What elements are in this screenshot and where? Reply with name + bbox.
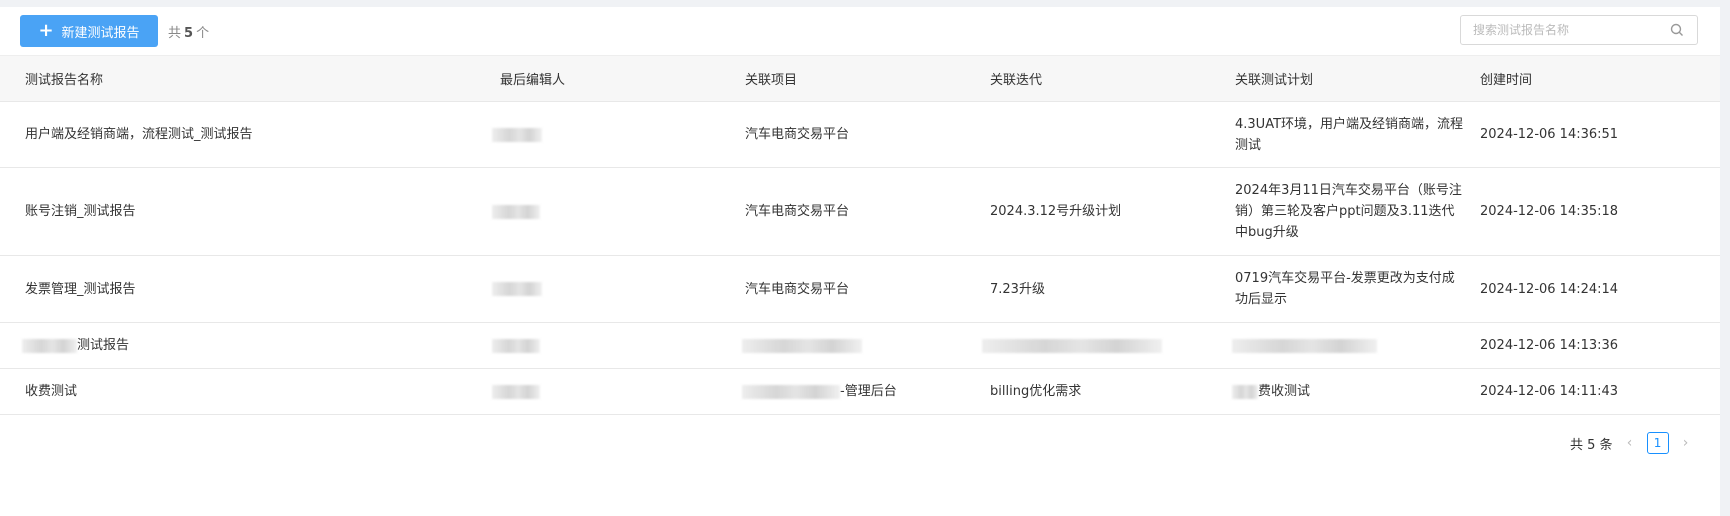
redacted-project-prefix — [742, 384, 840, 399]
col-header-created[interactable]: 创建时间 — [1480, 55, 1720, 102]
report-name[interactable]: 收费测试 — [0, 368, 500, 415]
redacted-iteration — [982, 338, 1162, 353]
report-count: 共5个 — [168, 26, 210, 41]
iteration-cell: billing优化需求 — [990, 368, 1235, 415]
redacted-editor — [492, 384, 540, 399]
redacted-plan — [1232, 338, 1377, 353]
report-name[interactable]: 测试报告 — [77, 338, 129, 353]
redacted-name-prefix — [22, 338, 77, 353]
created-cell: 2024-12-06 14:11:43 — [1480, 368, 1720, 415]
redacted-editor — [492, 282, 542, 296]
project-name: -管理后台 — [840, 384, 897, 399]
iteration-cell — [990, 101, 1235, 168]
project-cell: -管理后台 — [742, 368, 990, 415]
plan-name: 费收测试 — [1258, 384, 1311, 399]
plus-icon: + — [38, 20, 54, 41]
search-icon[interactable] — [1669, 22, 1685, 38]
pagination-total: 共 5 条 — [1570, 437, 1613, 453]
project-cell: 汽车电商交易平台 — [745, 167, 990, 256]
plan-cell — [1232, 322, 1480, 369]
page-button-1[interactable]: 1 — [1646, 432, 1669, 454]
redacted-editor — [492, 338, 540, 353]
created-cell: 2024-12-06 14:24:14 — [1480, 255, 1720, 323]
table-row[interactable]: 发票管理_测试报告 汽车电商交易平台 7.23升级 0719汽车交易平台-发票更… — [0, 255, 1720, 323]
project-cell: 汽车电商交易平台 — [745, 255, 990, 323]
col-header-iteration[interactable]: 关联迭代 — [990, 55, 1235, 102]
col-header-plan[interactable]: 关联测试计划 — [1235, 55, 1480, 102]
editor-cell — [492, 322, 745, 369]
report-list-panel: + 新建测试报告 共5个 测试报告名称 最后编辑人 关联项目 关联迭代 关联测试… — [0, 7, 1720, 516]
table-row[interactable]: 收费测试 -管理后台 billing优化需求 费收测试 2024-12-06 1… — [0, 368, 1720, 415]
test-report-table: 测试报告名称 最后编辑人 关联项目 关联迭代 关联测试计划 创建时间 用户端及经… — [0, 55, 1720, 415]
created-cell: 2024-12-06 14:36:51 — [1480, 101, 1720, 168]
report-name[interactable]: 账号注销_测试报告 — [0, 167, 500, 256]
table-header: 测试报告名称 最后编辑人 关联项目 关联迭代 关联测试计划 创建时间 — [0, 55, 1720, 102]
prev-page-icon[interactable]: ‹ — [1623, 435, 1637, 451]
toolbar: + 新建测试报告 共5个 — [0, 7, 1720, 55]
table-row[interactable]: 测试报告 2024-12-06 14:13:36 — [0, 322, 1720, 369]
editor-cell — [492, 368, 745, 415]
report-name-cell[interactable]: 测试报告 — [0, 322, 500, 369]
iteration-cell: 2024.3.12号升级计划 — [990, 167, 1235, 256]
created-cell: 2024-12-06 14:35:18 — [1480, 167, 1720, 256]
table-row[interactable]: 账号注销_测试报告 汽车电商交易平台 2024.3.12号升级计划 2024年3… — [0, 167, 1720, 256]
pagination: 共 5 条 ‹ 1 › — [1570, 432, 1693, 454]
col-header-project[interactable]: 关联项目 — [745, 55, 990, 102]
redacted-project — [742, 338, 862, 353]
col-header-name[interactable]: 测试报告名称 — [0, 55, 500, 102]
plan-cell: 2024年3月11日汽车交易平台（账号注销）第三轮及客户ppt问题及3.11迭代… — [1235, 167, 1480, 256]
search-input[interactable] — [1461, 22, 1675, 38]
report-name[interactable]: 发票管理_测试报告 — [0, 255, 500, 323]
new-test-report-label: 新建测试报告 — [61, 25, 140, 41]
new-test-report-button[interactable]: + 新建测试报告 — [20, 15, 158, 47]
plan-cell: 4.3UAT环境，用户端及经销商端，流程测试 — [1235, 101, 1480, 168]
iteration-cell: 7.23升级 — [990, 255, 1235, 323]
editor-cell — [492, 255, 745, 323]
created-cell: 2024-12-06 14:13:36 — [1480, 322, 1720, 369]
redacted-plan-prefix — [1232, 384, 1258, 399]
plan-cell: 0719汽车交易平台-发票更改为支付成功后显示 — [1235, 255, 1480, 323]
col-header-editor[interactable]: 最后编辑人 — [500, 55, 745, 102]
project-cell — [742, 322, 990, 369]
plan-cell: 费收测试 — [1232, 368, 1480, 415]
editor-cell — [492, 101, 745, 168]
iteration-cell — [982, 322, 1235, 369]
redacted-editor — [492, 204, 540, 219]
editor-cell — [492, 167, 745, 256]
next-page-icon[interactable]: › — [1679, 435, 1693, 451]
search-box[interactable] — [1460, 15, 1698, 45]
redacted-editor — [492, 127, 542, 142]
report-name[interactable]: 用户端及经销商端，流程测试_测试报告 — [0, 101, 500, 168]
table-row[interactable]: 用户端及经销商端，流程测试_测试报告 汽车电商交易平台 4.3UAT环境，用户端… — [0, 101, 1720, 168]
project-cell: 汽车电商交易平台 — [745, 101, 990, 168]
